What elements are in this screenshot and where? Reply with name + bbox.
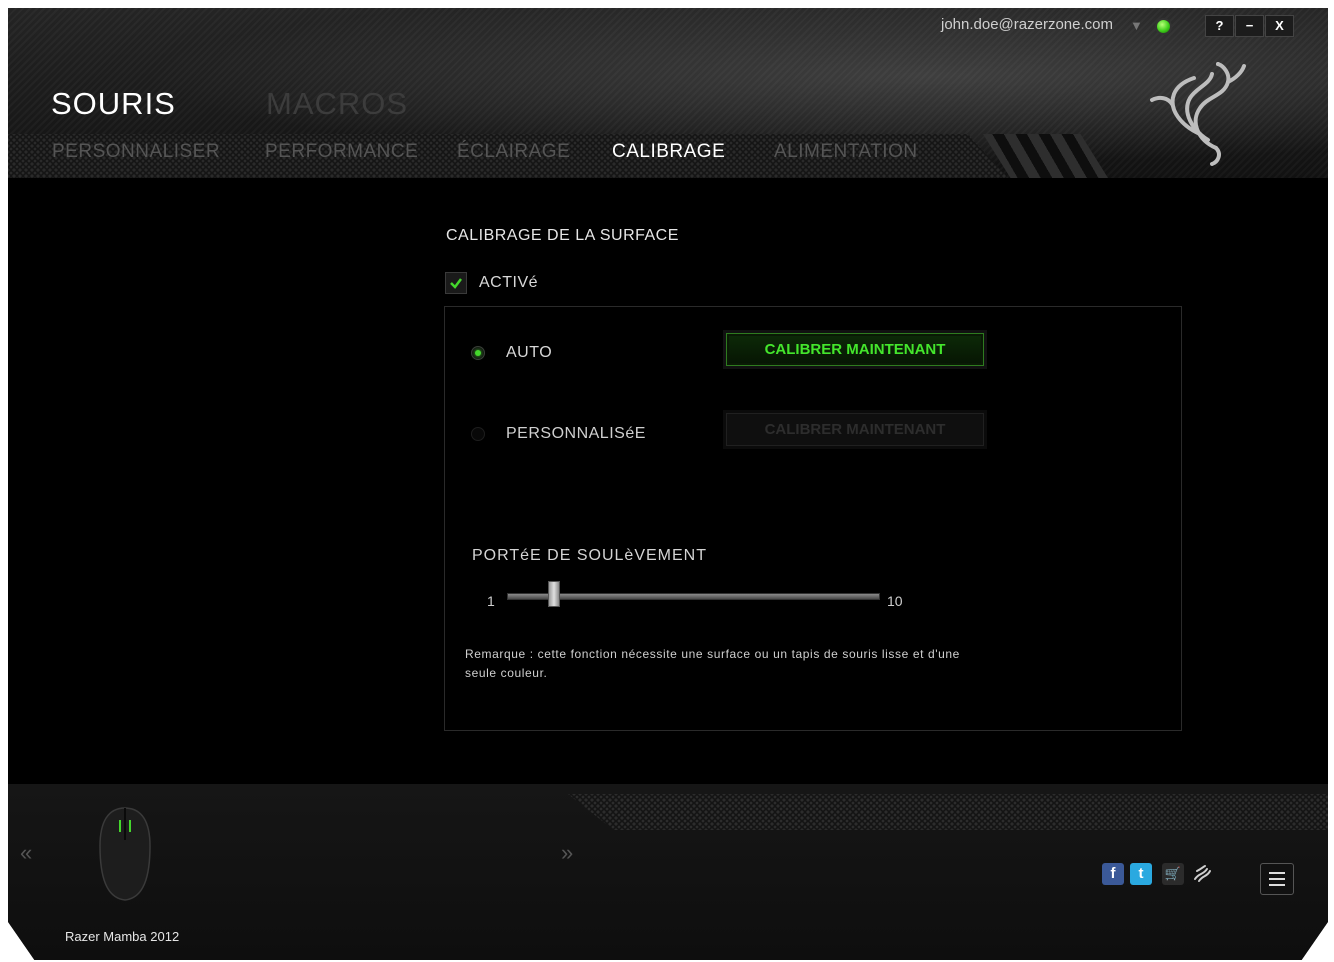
enable-checkbox[interactable] <box>445 272 467 294</box>
menu-icon-line <box>1269 872 1285 874</box>
cart-icon[interactable]: 🛒 <box>1162 863 1184 885</box>
mouse-device-image[interactable] <box>96 806 154 902</box>
slider-max-label: 10 <box>887 593 903 609</box>
synapse-window: SOURIS MACROS john.doe@razerzone.com ▼ ?… <box>8 8 1328 960</box>
tab-alimentation[interactable]: ALIMENTATION <box>774 141 918 163</box>
lift-off-slider-track[interactable] <box>507 593 880 600</box>
facebook-icon[interactable]: f <box>1102 863 1124 885</box>
tab-calibrage[interactable]: CALIBRAGE <box>612 141 725 163</box>
tab-performance[interactable]: PERFORMANCE <box>265 141 418 163</box>
help-button[interactable]: ? <box>1205 15 1234 37</box>
tab-eclairage[interactable]: ÉCLAIRAGE <box>457 141 570 163</box>
device-bar-decoration <box>568 794 1328 830</box>
auto-radio[interactable] <box>471 346 485 360</box>
menu-button[interactable] <box>1260 863 1294 895</box>
menu-icon-line <box>1269 878 1285 880</box>
custom-label: PERSONNALISéE <box>506 425 646 442</box>
razer-icon[interactable] <box>1191 863 1213 885</box>
calibration-note: Remarque : cette fonction nécessite une … <box>465 645 1025 683</box>
menu-icon-line <box>1269 884 1285 886</box>
check-icon <box>450 278 462 289</box>
nav-souris[interactable]: SOURIS <box>51 86 176 122</box>
note-line-2: seule couleur. <box>465 666 548 680</box>
device-name: Razer Mamba 2012 <box>65 929 180 944</box>
prev-device-icon[interactable]: « <box>20 840 32 866</box>
note-line-1: Remarque : cette fonction nécessite une … <box>465 647 960 661</box>
calibrate-auto-button[interactable]: CALIBRER MAINTENANT <box>726 333 984 366</box>
auto-label: AUTO <box>506 344 553 361</box>
minimize-button[interactable]: − <box>1235 15 1264 37</box>
custom-radio[interactable] <box>471 427 485 441</box>
account-email[interactable]: john.doe@razerzone.com <box>941 16 1113 33</box>
tab-personnaliser[interactable]: PERSONNALISER <box>52 141 220 163</box>
lift-off-title: PORTéE DE SOULèVEMENT <box>472 547 707 564</box>
slider-min-label: 1 <box>487 593 495 609</box>
lift-off-slider-thumb[interactable] <box>547 581 560 607</box>
razer-logo-icon <box>1150 62 1246 166</box>
account-dropdown-icon[interactable]: ▼ <box>1130 18 1143 33</box>
enable-label: ACTIVé <box>479 274 539 291</box>
online-status-icon <box>1155 18 1172 35</box>
nav-macros[interactable]: MACROS <box>266 86 408 122</box>
calibrate-custom-button: CALIBRER MAINTENANT <box>726 413 984 446</box>
section-title: CALIBRAGE DE LA SURFACE <box>446 227 679 244</box>
twitter-icon[interactable]: t <box>1130 863 1152 885</box>
close-button[interactable]: X <box>1265 15 1294 37</box>
next-device-icon[interactable]: » <box>561 840 573 866</box>
